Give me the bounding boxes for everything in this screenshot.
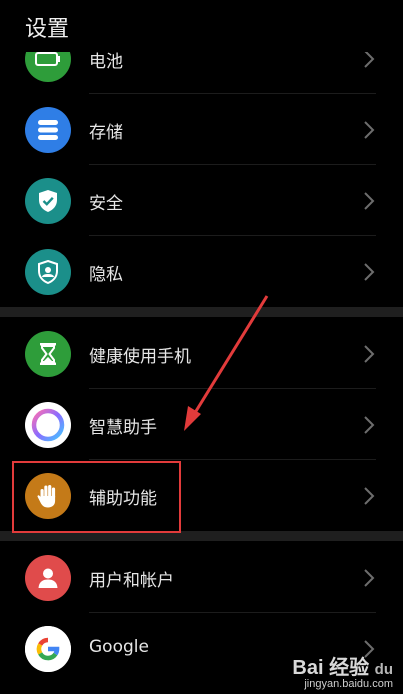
watermark-brand: Bai 经验 du (292, 657, 393, 679)
annotation-arrow-icon (184, 295, 269, 431)
watermark-paw: du (374, 661, 393, 678)
baidu-watermark: Bai 经验 du jingyan.baidu.com (292, 651, 393, 690)
